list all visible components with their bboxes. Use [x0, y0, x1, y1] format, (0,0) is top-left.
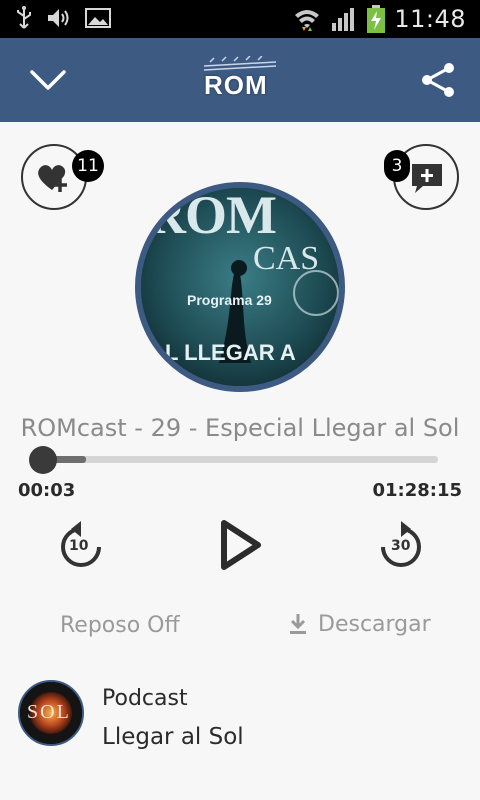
forward-seconds: 30: [391, 538, 411, 554]
play-icon: [221, 520, 261, 570]
download-label: Descargar: [318, 611, 431, 637]
volume-icon: [48, 9, 69, 27]
episode-title: ROMcast - 29 - Especial Llegar al Sol: [20, 414, 460, 442]
status-bar: 11:48: [0, 0, 480, 38]
cover-text-programa: Programa 29: [187, 292, 272, 308]
comments-count-badge: 3: [384, 150, 410, 182]
total-duration: 01:28:15: [372, 480, 462, 501]
podcast-label: Podcast: [102, 686, 188, 711]
forward-button[interactable]: 30: [376, 519, 426, 571]
usb-icon: [17, 6, 31, 29]
episode-cover-art: ROM CAS Programa 29 IAL LLEGAR A: [135, 182, 345, 392]
cover-text-rom: ROM: [147, 185, 277, 245]
play-button[interactable]: [218, 518, 264, 572]
download-icon: [290, 614, 306, 634]
elapsed-time: 00:03: [18, 480, 76, 501]
signal-icon: [332, 8, 355, 31]
rewind-seconds: 10: [69, 538, 89, 554]
cover-text-especial: IAL LLEGAR A: [143, 340, 296, 365]
rewind-button[interactable]: 10: [56, 519, 106, 571]
share-icon[interactable]: [418, 60, 458, 100]
battery-charging-icon: [367, 5, 386, 33]
podcast-name[interactable]: Llegar al Sol: [102, 724, 244, 750]
top-toolbar: ROM: [0, 38, 480, 122]
heart-plus-icon: [38, 165, 67, 192]
podcast-thumbnail[interactable]: SOL: [18, 680, 84, 746]
progress-track[interactable]: [42, 456, 438, 463]
image-icon: [85, 8, 111, 28]
sleep-timer-button[interactable]: Reposo Off: [60, 613, 180, 638]
likes-count-badge: 11: [72, 150, 104, 182]
status-time: 11:48: [394, 5, 466, 33]
download-button[interactable]: Descargar: [288, 609, 431, 639]
podcast-thumb-text: SOL: [27, 701, 71, 723]
app-logo: ROM: [200, 56, 280, 104]
wifi-icon: [295, 10, 320, 31]
chevron-down-icon[interactable]: [26, 60, 70, 100]
cover-text-cas: CAS: [253, 240, 320, 277]
progress-knob[interactable]: [29, 446, 57, 474]
comment-plus-icon: [412, 164, 442, 193]
logo-text: ROM: [204, 70, 268, 100]
